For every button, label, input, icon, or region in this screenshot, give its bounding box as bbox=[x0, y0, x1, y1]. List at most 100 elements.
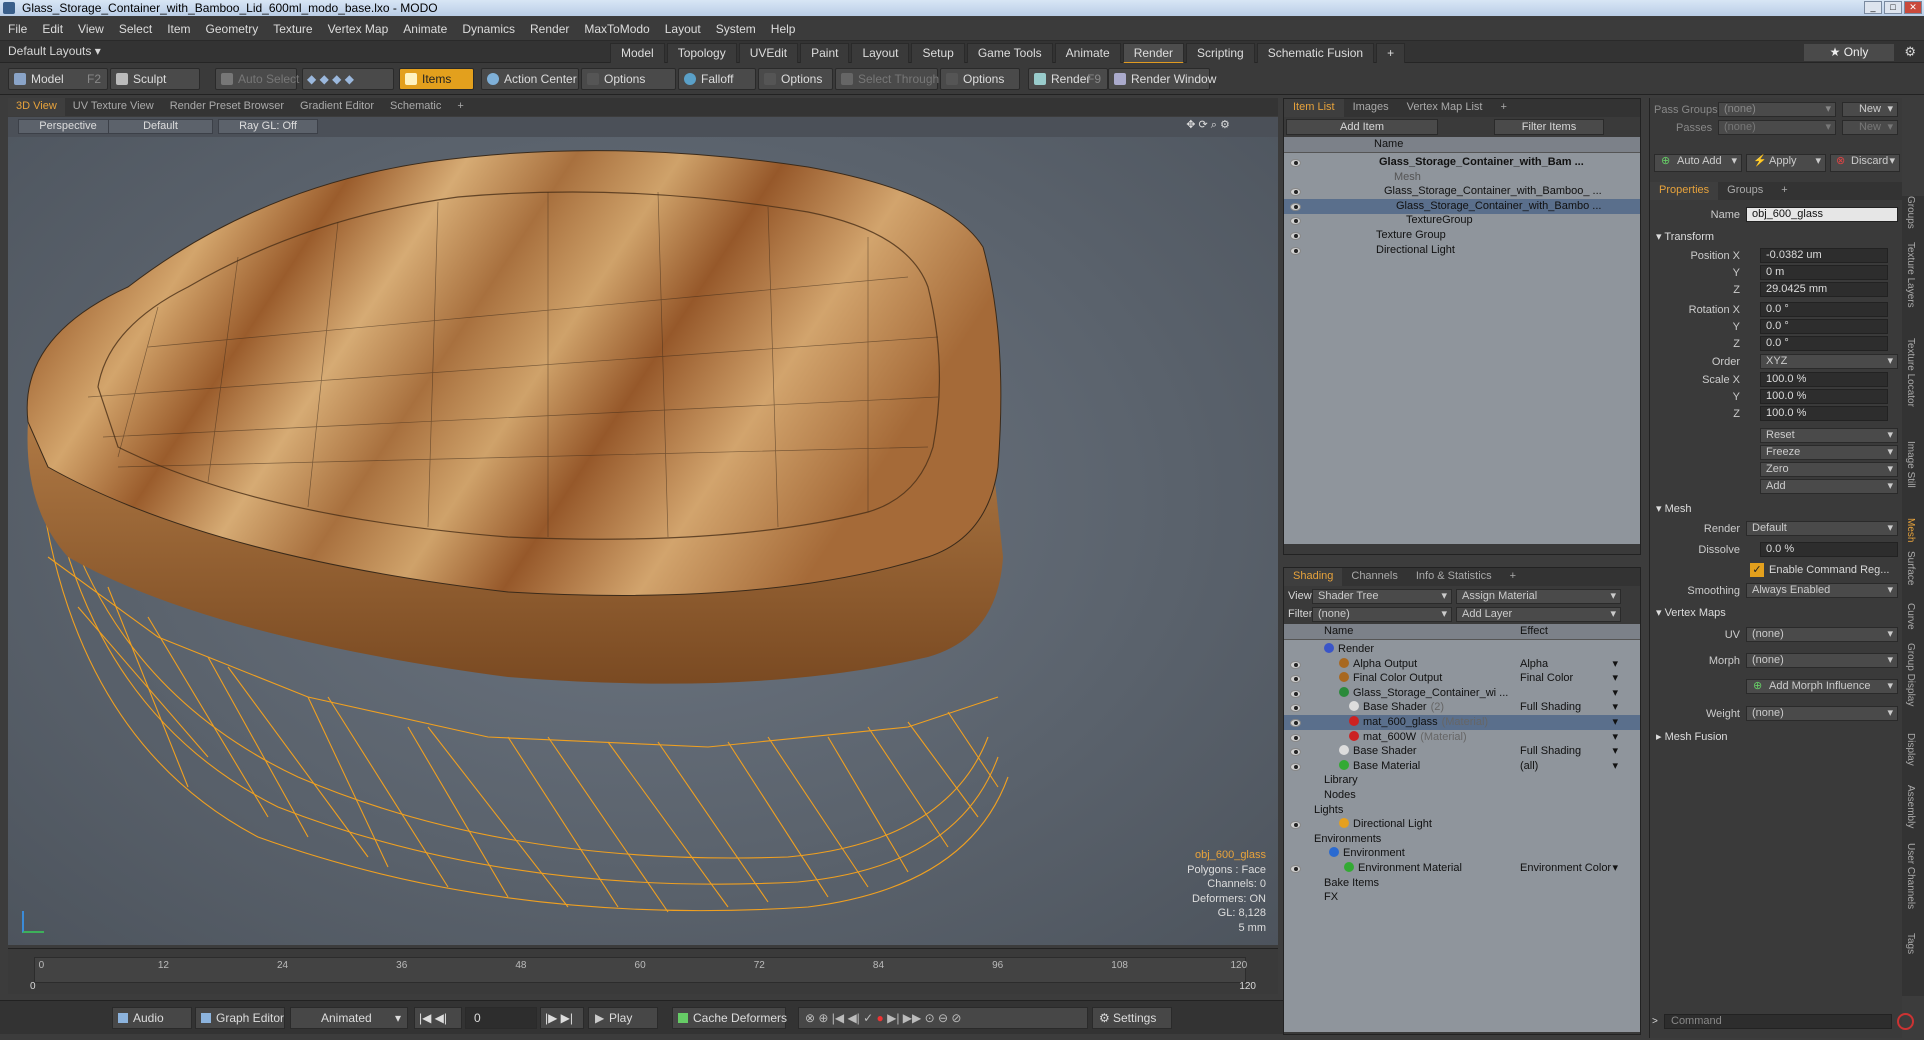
shader-row[interactable]: Alpha Output Alpha bbox=[1284, 657, 1640, 672]
shader-effect[interactable]: Full Shading bbox=[1520, 744, 1620, 759]
timeline[interactable]: 0 12 24 36 48 60 72 84 96 108 120 0 120 bbox=[8, 948, 1278, 994]
viewport-tab[interactable]: Render Preset Browser bbox=[162, 98, 292, 116]
sculpt-button[interactable]: Sculpt bbox=[110, 68, 200, 90]
item-list-tab[interactable]: + bbox=[1491, 99, 1515, 117]
render-dropdown[interactable]: Default bbox=[1746, 521, 1898, 536]
menu-item[interactable]: MaxToModo bbox=[584, 22, 649, 36]
shader-effect[interactable]: Alpha bbox=[1520, 657, 1620, 672]
visibility-eye-icon[interactable] bbox=[1290, 719, 1301, 727]
shading-dropdown[interactable]: Default bbox=[108, 119, 213, 134]
shading-tab[interactable]: Channels bbox=[1342, 568, 1406, 586]
record-key-icons[interactable]: ⊗ ⊕ |◀ ◀| ✓ ● ▶| ▶▶ ⊙ ⊖ ⊘ bbox=[798, 1007, 1088, 1029]
raygl-dropdown[interactable]: Ray GL: Off bbox=[218, 119, 318, 134]
add-layer-dropdown[interactable]: Add Layer bbox=[1456, 607, 1621, 622]
menu-item[interactable]: Edit bbox=[42, 22, 63, 36]
action-center-button[interactable]: Action Center bbox=[481, 68, 579, 90]
item-row[interactable]: TextureGroup bbox=[1284, 213, 1640, 228]
filter-items-button[interactable]: Filter Items bbox=[1494, 119, 1604, 135]
side-tab[interactable]: Mesh bbox=[1905, 518, 1916, 542]
layout-tab[interactable]: Schematic Fusion bbox=[1256, 43, 1375, 64]
stop-icon[interactable] bbox=[1897, 1013, 1914, 1030]
discard-button[interactable]: ⊗ Discard bbox=[1830, 154, 1900, 172]
perspective-dropdown[interactable]: Perspective bbox=[18, 119, 118, 134]
visibility-eye-icon[interactable] bbox=[1290, 821, 1301, 830]
shader-tree[interactable]: Name Effect RenderAlpha OutputAlphaFinal… bbox=[1284, 624, 1640, 1032]
pass-groups-dropdown[interactable]: (none) bbox=[1718, 102, 1836, 117]
freeze-dropdown[interactable]: Freeze bbox=[1760, 445, 1898, 460]
visibility-eye-icon[interactable] bbox=[1290, 748, 1301, 757]
layout-tab[interactable]: Animate bbox=[1054, 43, 1121, 64]
shader-row[interactable]: Base Material (all) bbox=[1284, 759, 1640, 774]
audio-button[interactable]: Audio bbox=[112, 1007, 192, 1029]
menu-item[interactable]: Layout bbox=[665, 22, 701, 36]
reset-dropdown[interactable]: Reset bbox=[1760, 428, 1898, 443]
close-button[interactable]: ✕ bbox=[1904, 1, 1922, 14]
shader-row[interactable]: Base Shader Full Shading bbox=[1284, 744, 1640, 759]
auto-select-button[interactable]: Auto Select bbox=[215, 68, 299, 90]
visibility-eye-icon[interactable] bbox=[1290, 660, 1301, 669]
order-dropdown[interactable]: XYZ bbox=[1760, 354, 1898, 369]
view-dropdown[interactable]: Shader Tree bbox=[1312, 589, 1452, 604]
properties-tab[interactable]: Properties bbox=[1650, 182, 1719, 200]
item-tree[interactable]: Name Glass_Storage_Container_with_Bam ..… bbox=[1284, 137, 1640, 544]
position-z-field[interactable]: 29.0425 mm bbox=[1760, 282, 1888, 297]
menu-item[interactable]: File bbox=[8, 22, 27, 36]
weight-dropdown[interactable]: (none) bbox=[1746, 706, 1898, 721]
menu-item[interactable]: Render bbox=[530, 22, 569, 36]
settings-button[interactable]: ⚙ Settings bbox=[1092, 1007, 1172, 1029]
viewport-tab[interactable]: 3D View bbox=[8, 98, 65, 116]
visibility-eye-icon[interactable] bbox=[1290, 188, 1301, 197]
items-mode-button[interactable]: Items bbox=[399, 68, 474, 90]
prev-key-buttons[interactable]: |◀ ◀| bbox=[414, 1007, 462, 1029]
apply-button[interactable]: ⚡ Apply bbox=[1746, 154, 1826, 172]
menu-item[interactable]: Select bbox=[119, 22, 152, 36]
3d-viewport[interactable]: obj_600_glass Polygons : Face Channels: 0 D… bbox=[8, 137, 1278, 945]
shader-row[interactable]: Directional Light bbox=[1284, 817, 1640, 832]
side-tab[interactable]: Group Display bbox=[1905, 643, 1916, 706]
item-list-tab[interactable]: Images bbox=[1344, 99, 1398, 117]
side-tab[interactable]: Groups bbox=[1905, 196, 1916, 229]
play-button[interactable]: ▶ Play bbox=[588, 1007, 658, 1029]
mesh-section[interactable]: ▾ Mesh bbox=[1656, 502, 1691, 515]
falloff-options-button[interactable]: Options bbox=[758, 68, 833, 90]
layouts-dropdown[interactable]: Default Layouts ▾ bbox=[8, 44, 101, 58]
shader-row[interactable]: Environment bbox=[1284, 846, 1640, 861]
layout-tab[interactable]: UVEdit bbox=[738, 43, 799, 64]
shader-row[interactable]: Nodes bbox=[1284, 788, 1640, 803]
scale-x-field[interactable]: 100.0 % bbox=[1760, 372, 1888, 387]
render-window-button[interactable]: Render Window bbox=[1108, 68, 1216, 90]
viewport-tab[interactable]: Gradient Editor bbox=[292, 98, 382, 116]
visibility-eye-icon[interactable] bbox=[1290, 704, 1301, 713]
side-tab[interactable]: Assembly bbox=[1905, 785, 1916, 828]
frame-input[interactable]: 0 bbox=[465, 1007, 537, 1029]
new-pass-button[interactable]: New bbox=[1842, 120, 1898, 135]
shader-row[interactable]: Environment Material Environment Color bbox=[1284, 861, 1640, 876]
add-morph-influence-button[interactable]: ⊕ Add Morph Influence bbox=[1746, 679, 1898, 694]
layout-tab[interactable]: Render bbox=[1122, 43, 1185, 64]
select-through-button[interactable]: Select Through bbox=[835, 68, 939, 90]
item-row[interactable]: Directional Light bbox=[1284, 243, 1640, 258]
assign-material-dropdown[interactable]: Assign Material bbox=[1456, 589, 1621, 604]
menu-item[interactable]: Item bbox=[167, 22, 190, 36]
viewport-navigation-icons[interactable]: ✥ ⟳ ⌕ ⚙ bbox=[1173, 119, 1243, 134]
model-button[interactable]: Model F2 bbox=[8, 68, 108, 90]
layout-tab[interactable]: Model bbox=[610, 43, 665, 64]
morph-dropdown[interactable]: (none) bbox=[1746, 653, 1898, 668]
shader-effect[interactable]: Final Color bbox=[1520, 671, 1620, 686]
side-tab[interactable]: Curve bbox=[1905, 603, 1916, 630]
viewport-tab[interactable]: + bbox=[449, 98, 471, 116]
menu-item[interactable]: Help bbox=[771, 22, 796, 36]
menu-item[interactable]: Animate bbox=[403, 22, 447, 36]
item-row[interactable]: Mesh bbox=[1284, 170, 1640, 185]
scale-z-field[interactable]: 100.0 % bbox=[1760, 406, 1888, 421]
layout-tab[interactable]: Layout bbox=[851, 43, 910, 64]
maximize-button[interactable]: □ bbox=[1884, 1, 1902, 14]
command-input[interactable]: Command bbox=[1664, 1014, 1892, 1029]
mesh-fusion-section[interactable]: ▸ Mesh Fusion bbox=[1656, 730, 1728, 743]
scale-y-field[interactable]: 100.0 % bbox=[1760, 389, 1888, 404]
item-row[interactable]: Glass_Storage_Container_with_Bamboo_ ... bbox=[1284, 184, 1640, 199]
animated-dropdown[interactable]: Animated ▾ bbox=[290, 1007, 408, 1029]
side-tab[interactable]: Surface bbox=[1905, 551, 1916, 585]
layout-tab[interactable]: + bbox=[1376, 43, 1406, 64]
auto-add-button[interactable]: ⊕ Auto Add bbox=[1654, 154, 1742, 172]
